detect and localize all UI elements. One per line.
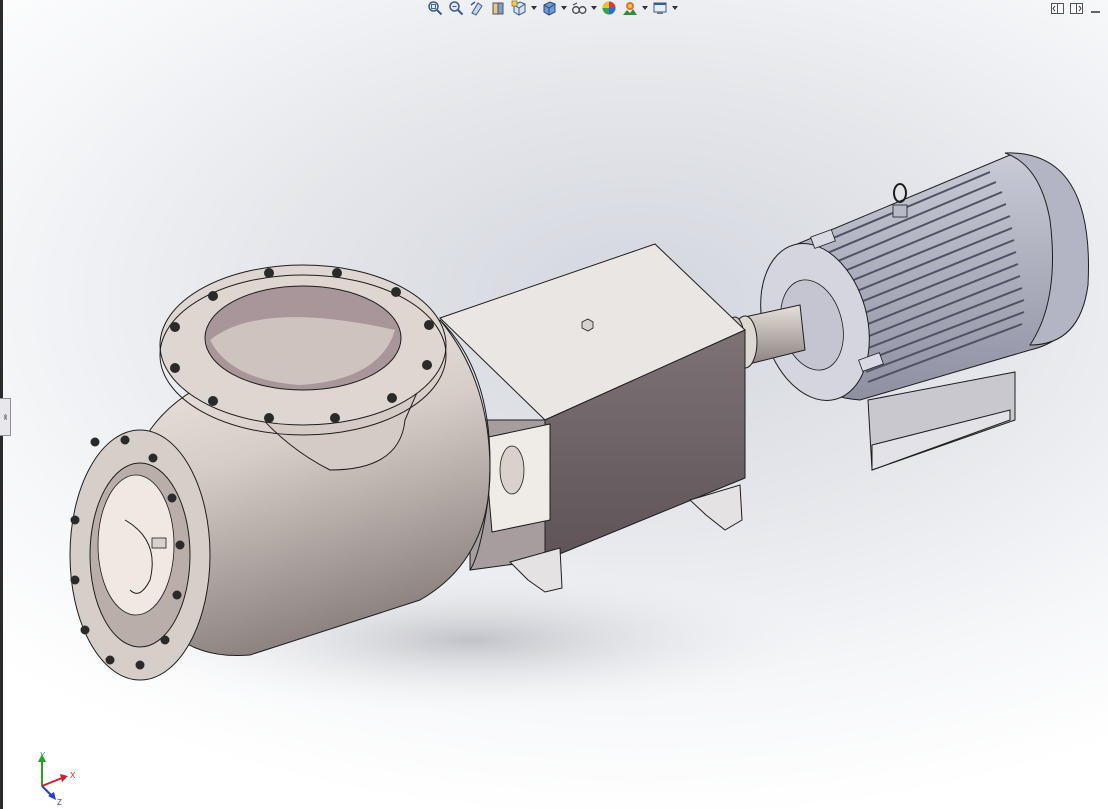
triad-y-label: Y xyxy=(40,751,46,760)
triad-x-axis xyxy=(41,777,63,787)
suction-flange xyxy=(69,429,211,681)
electric-motor xyxy=(760,152,1090,401)
triad-z-label: Z xyxy=(57,798,62,806)
triad-x-label: X xyxy=(70,771,76,780)
pump-motor-assembly-model[interactable] xyxy=(0,0,1108,809)
coordinate-triad: Y X Z xyxy=(38,751,76,806)
